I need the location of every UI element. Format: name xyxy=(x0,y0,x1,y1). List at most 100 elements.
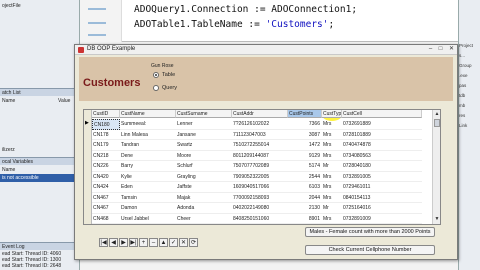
table-cell[interactable]: 7700092158093 xyxy=(232,193,288,203)
table-cell[interactable]: CN179 xyxy=(92,140,120,151)
table-cell[interactable]: Mrs xyxy=(322,172,342,182)
minimize-icon[interactable]: – xyxy=(426,46,435,53)
table-cell[interactable]: 6103 xyxy=(288,182,322,193)
customers-grid[interactable]: ▶ ▲ ▼ CustID CustName CustSurname CustAddr C… xyxy=(83,109,441,225)
project-row[interactable]: tdb xyxy=(458,92,480,99)
table-cell[interactable]: 0840154113 xyxy=(342,193,422,203)
nav-refresh-icon[interactable]: ⟳ xyxy=(189,238,198,247)
column-header[interactable]: CustType xyxy=(322,110,342,118)
table-cell[interactable]: 2008050780000 xyxy=(232,224,288,225)
table-cell[interactable]: CN218 xyxy=(92,151,120,161)
table-cell[interactable]: CN178 xyxy=(92,130,120,140)
table-cell[interactable]: 8408250151060 xyxy=(232,214,288,224)
project-row[interactable]: mb xyxy=(458,102,480,109)
table-cell[interactable]: Moore xyxy=(176,151,232,161)
table-cell[interactable]: 7?26126102022 xyxy=(232,119,288,130)
radio-dot[interactable] xyxy=(153,85,159,91)
table-cell[interactable]: CN226 xyxy=(92,161,120,172)
maximize-icon[interactable]: □ xyxy=(436,46,445,53)
scroll-up-icon[interactable]: ▲ xyxy=(434,111,440,117)
column-header[interactable]: CustCell xyxy=(342,110,422,118)
table-cell[interactable]: 8011209144087 xyxy=(232,151,288,161)
table-cell[interactable]: Schlurf xyxy=(176,161,232,172)
table-cell[interactable]: 0026223132 xyxy=(342,224,422,225)
column-header[interactable]: CustName xyxy=(120,110,176,118)
table-cell[interactable]: Mr xyxy=(322,203,342,214)
nav-edit-icon[interactable]: ▲ xyxy=(159,238,168,247)
table-cell[interactable]: Mrs xyxy=(322,130,342,140)
table-cell[interactable]: 7909052322005 xyxy=(232,172,288,182)
code-editor[interactable]: ADOQuery1.Connection := ADOConnection1; … xyxy=(82,0,458,42)
table-cell[interactable]: Mrs xyxy=(322,214,342,224)
table-cell[interactable]: Jaffste xyxy=(176,182,232,193)
event-log-header[interactable]: Event Log xyxy=(0,242,80,250)
scroll-thumb[interactable] xyxy=(434,119,440,127)
table-cell[interactable]: 9129 xyxy=(288,151,322,161)
table-cell[interactable]: Mrs xyxy=(322,140,342,151)
nav-first-icon[interactable]: |◀ xyxy=(99,238,108,247)
table-cell[interactable]: Shelby xyxy=(120,224,176,225)
nav-next-icon[interactable]: ▶ xyxy=(119,238,128,247)
table-cell[interactable]: 7366 xyxy=(288,119,322,130)
table-cell[interactable]: Mr xyxy=(322,161,342,172)
project-row[interactable]: pas xyxy=(458,82,480,89)
table-cell[interactable]: Mrs xyxy=(322,182,342,193)
table-cell[interactable]: 1472 xyxy=(288,140,322,151)
column-header[interactable]: CustAddr xyxy=(232,110,288,118)
window-titlebar[interactable]: DB OOP Example – □ ✕ xyxy=(75,45,457,55)
project-row[interactable]: Group xyxy=(458,62,480,69)
table-cell[interactable]: CN424 xyxy=(92,182,120,193)
grid-scrollbar[interactable]: ▲ ▼ xyxy=(432,110,440,224)
table-cell[interactable]: CN467 xyxy=(92,203,120,214)
table-cell[interactable]: Damon xyxy=(120,203,176,214)
project-row[interactable]: .exe xyxy=(458,72,480,79)
table-cell[interactable]: Kylie xyxy=(120,172,176,182)
table-cell[interactable]: Tamsin xyxy=(120,193,176,203)
table-cell[interactable]: Lombard xyxy=(176,224,232,225)
table-cell[interactable]: Cheer xyxy=(176,214,232,224)
table-cell[interactable]: Ursel Jabbel xyxy=(120,214,176,224)
table-cell[interactable]: 711123047003 xyxy=(232,130,288,140)
table-cell[interactable]: 0728040180 xyxy=(342,161,422,172)
column-header[interactable]: CustSurname xyxy=(176,110,232,118)
table-cell[interactable]: Adonda xyxy=(176,203,232,214)
table-cell[interactable]: Swartz xyxy=(176,140,232,151)
table-cell[interactable]: Linn Malesa xyxy=(120,130,176,140)
table-cell[interactable]: 0732891009 xyxy=(342,214,422,224)
local-variables-header[interactable]: ocal Variables xyxy=(0,157,80,165)
radio-query[interactable]: Query xyxy=(153,84,193,92)
table-cell[interactable]: Eden xyxy=(120,182,176,193)
table-cell[interactable]: Mrs xyxy=(322,193,342,203)
table-cell[interactable]: 0728101889 xyxy=(342,130,422,140)
close-icon[interactable]: ✕ xyxy=(447,46,456,53)
table-cell[interactable]: CN180 xyxy=(92,119,120,130)
table-cell[interactable]: Tandran xyxy=(120,140,176,151)
table-cell[interactable]: 0740474878 xyxy=(342,140,422,151)
check-cellphone-button[interactable]: Check Current Cellphone Number xyxy=(305,245,435,255)
table-cell[interactable]: 1588 xyxy=(288,224,322,225)
nav-prior-icon[interactable]: ◀ xyxy=(109,238,118,247)
table-cell[interactable]: Mrs xyxy=(322,151,342,161)
table-cell[interactable]: 0402022149080 xyxy=(232,203,288,214)
table-cell[interactable]: CN468 xyxy=(92,214,120,224)
nav-cancel-icon[interactable]: ✕ xyxy=(179,238,188,247)
table-cell[interactable]: 7507077702089 xyxy=(232,161,288,172)
table-cell[interactable]: 2544 xyxy=(288,172,322,182)
table-cell[interactable]: CN467 xyxy=(92,193,120,203)
radio-table[interactable]: Table xyxy=(153,71,193,79)
table-cell[interactable]: Barry xyxy=(120,161,176,172)
scroll-down-icon[interactable]: ▼ xyxy=(434,216,440,222)
column-header[interactable]: CustPoints xyxy=(288,110,322,118)
table-cell[interactable]: Grayling xyxy=(176,172,232,182)
table-cell[interactable]: 2044 xyxy=(288,193,322,203)
table-cell[interactable]: Summeeal: xyxy=(120,119,176,130)
project-row[interactable]: s... xyxy=(458,52,480,59)
table-cell[interactable]: Mrs xyxy=(322,119,342,130)
table-cell[interactable]: 0734080563 xyxy=(342,151,422,161)
nav-last-icon[interactable]: ▶| xyxy=(129,238,138,247)
table-cell[interactable]: Majak xyxy=(176,193,232,203)
project-row[interactable]: res xyxy=(458,112,480,119)
nav-post-icon[interactable]: ✓ xyxy=(169,238,178,247)
males-females-count-button[interactable]: Males - Female count with more than 2000… xyxy=(305,227,435,237)
table-cell[interactable]: Lenner xyxy=(176,119,232,130)
